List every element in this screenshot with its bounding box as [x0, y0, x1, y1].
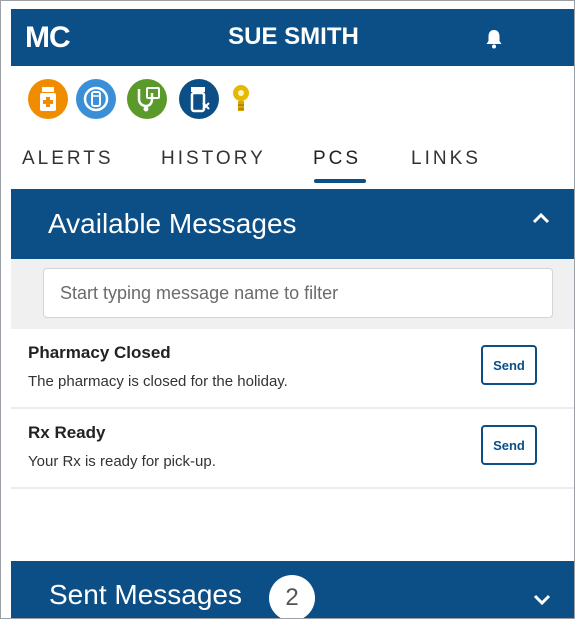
available-messages-title: Available Messages: [48, 208, 297, 239]
message-name: Rx Ready: [28, 423, 106, 442]
active-tab-indicator: [314, 179, 366, 183]
message-item: Rx Ready Your Rx is ready for pick-up. S…: [11, 409, 574, 489]
send-button[interactable]: Send: [481, 425, 537, 465]
available-messages-header[interactable]: Available Messages: [11, 189, 574, 259]
bell-icon[interactable]: [485, 29, 503, 49]
medicine-bottle-icon[interactable]: [28, 79, 68, 119]
app-frame: MC SUE SMITH ALERTS HISTORY PCS LINKS Av…: [0, 0, 575, 619]
send-button[interactable]: Send: [481, 345, 537, 385]
sent-messages-header[interactable]: Sent Messages 2: [11, 561, 574, 618]
chevron-up-icon[interactable]: [531, 211, 551, 225]
sent-messages-title: Sent Messages: [49, 579, 242, 610]
tool-icon-bar: [11, 67, 574, 131]
filter-area: [11, 259, 574, 329]
stethoscope-icon[interactable]: [127, 79, 167, 119]
app-header: MC SUE SMITH: [11, 9, 574, 66]
tab-links[interactable]: LINKS: [411, 148, 481, 170]
lightbulb-icon[interactable]: [229, 79, 253, 119]
tab-bar: ALERTS HISTORY PCS LINKS: [11, 131, 574, 190]
chevron-down-icon[interactable]: [532, 593, 552, 607]
tab-pcs[interactable]: PCS: [313, 148, 361, 170]
tab-history[interactable]: HISTORY: [161, 148, 266, 170]
message-name: Pharmacy Closed: [28, 343, 171, 362]
tab-alerts[interactable]: ALERTS: [22, 148, 114, 170]
message-item: Pharmacy Closed The pharmacy is closed f…: [11, 329, 574, 409]
sent-count-badge: 2: [269, 575, 315, 618]
prescription-bottle-icon[interactable]: [179, 79, 219, 119]
rotate-refill-icon[interactable]: [76, 79, 116, 119]
message-filter-input[interactable]: [43, 268, 553, 318]
message-description: Your Rx is ready for pick-up.: [28, 453, 216, 470]
message-description: The pharmacy is closed for the holiday.: [28, 373, 288, 390]
